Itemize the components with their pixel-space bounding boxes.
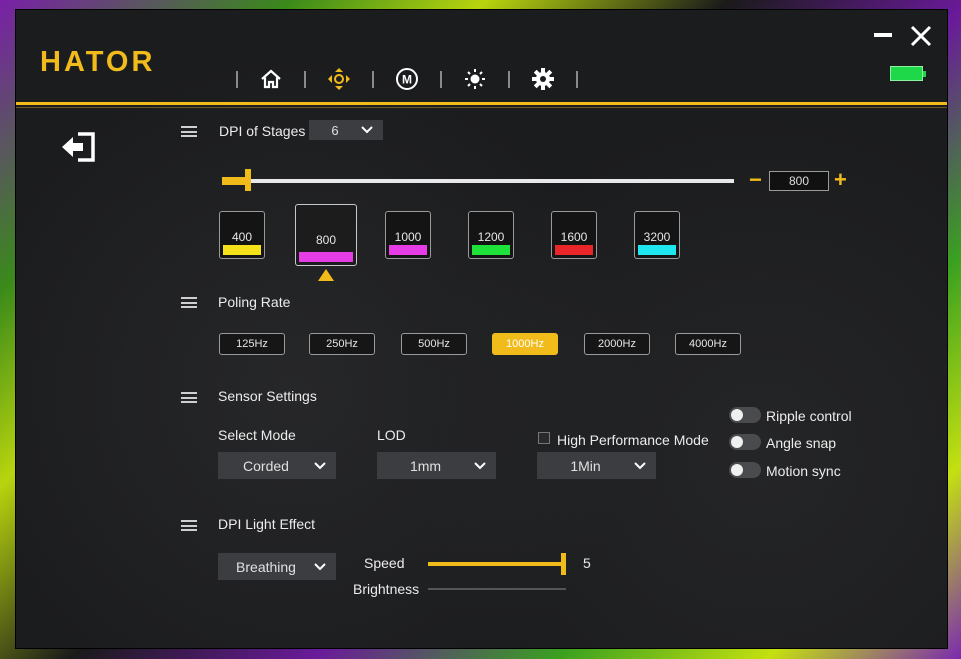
- dpi-stage-color: [223, 245, 261, 255]
- polling-option[interactable]: 4000Hz: [675, 333, 741, 355]
- motion-sync-toggle[interactable]: [729, 462, 761, 478]
- speed-slider-thumb[interactable]: [561, 553, 566, 575]
- menu-lines-icon: [181, 392, 197, 403]
- speed-label: Speed: [364, 555, 405, 571]
- dpi-stage-color: [389, 245, 427, 255]
- chevron-down-icon: [314, 461, 326, 469]
- dpi-slider-thumb[interactable]: [245, 169, 251, 191]
- dpi-stages-title: DPI of Stages: [219, 123, 306, 139]
- lod-value: 1mm: [409, 457, 442, 474]
- chevron-down-icon: [361, 126, 373, 134]
- svg-text:M: M: [402, 73, 412, 87]
- dpi-stage-selected[interactable]: 800: [295, 204, 357, 266]
- dpi-slider[interactable]: [222, 169, 734, 191]
- chevron-down-icon: [634, 461, 646, 469]
- nav-lighting-button[interactable]: [458, 65, 492, 93]
- toggle-knob: [731, 464, 743, 476]
- nav-separator: [576, 70, 578, 88]
- toggle-knob: [731, 436, 743, 448]
- brightness-slider[interactable]: [428, 588, 566, 590]
- back-icon[interactable]: [60, 132, 96, 162]
- nav-separator: [236, 70, 238, 88]
- nav-dpi-button[interactable]: [322, 65, 356, 93]
- speed-slider[interactable]: [428, 562, 566, 566]
- angle-snap-toggle[interactable]: [729, 434, 761, 450]
- home-icon: [261, 69, 281, 89]
- dpi-stage-value: 3200: [643, 230, 671, 244]
- brightness-label: Brightness: [353, 581, 420, 597]
- menu-lines-icon: [181, 520, 197, 531]
- nav-macro-button[interactable]: M: [390, 65, 424, 93]
- dpi-increase-button[interactable]: +: [834, 169, 847, 191]
- battery-indicator: [890, 66, 926, 81]
- dpi-stage-value: 800: [315, 233, 337, 247]
- select-mode-dropdown[interactable]: Corded: [218, 452, 336, 479]
- ripple-control-toggle[interactable]: [729, 407, 761, 423]
- dpi-light-effect-title: DPI Light Effect: [218, 516, 316, 532]
- nav-separator: [508, 70, 510, 88]
- speed-value: 5: [583, 555, 591, 571]
- dpi-stage[interactable]: 3200: [634, 211, 680, 259]
- polling-option[interactable]: 1000Hz: [492, 333, 558, 355]
- ripple-control-label: Ripple control: [766, 408, 852, 424]
- nav-separator: [372, 70, 374, 88]
- toggle-knob: [731, 409, 743, 421]
- menu-lines-icon: [181, 126, 197, 137]
- high-performance-checkbox[interactable]: [538, 432, 550, 444]
- dpi-stage-value: 1200: [477, 230, 505, 244]
- macro-icon: M: [396, 68, 418, 90]
- dpi-stage[interactable]: 1600: [551, 211, 597, 259]
- select-mode-label: Select Mode: [218, 427, 296, 443]
- polling-rate-title: Poling Rate: [218, 294, 291, 310]
- polling-option[interactable]: 250Hz: [309, 333, 375, 355]
- nav-settings-button[interactable]: [526, 65, 560, 93]
- header-divider-shadow: [16, 107, 947, 108]
- chevron-down-icon: [314, 562, 326, 570]
- dpi-stage-color: [638, 245, 676, 255]
- high-performance-dropdown[interactable]: 1Min: [537, 452, 656, 479]
- dpi-stage-value: 1000: [394, 230, 422, 244]
- light-effect-value: Breathing: [236, 558, 296, 575]
- polling-option[interactable]: 125Hz: [219, 333, 285, 355]
- header-divider: [16, 102, 947, 105]
- dpi-value-input[interactable]: 800: [769, 171, 829, 191]
- angle-snap-label: Angle snap: [766, 435, 837, 451]
- dpi-decrease-button[interactable]: −: [749, 169, 762, 191]
- nav-home-button[interactable]: [254, 65, 288, 93]
- polling-option[interactable]: 2000Hz: [584, 333, 650, 355]
- dpi-stage-value: 1600: [560, 230, 588, 244]
- nav-separator: [440, 70, 442, 88]
- dpi-stage-color: [299, 252, 353, 262]
- dpi-stage[interactable]: 1200: [468, 211, 514, 259]
- chevron-down-icon: [474, 461, 486, 469]
- sensor-settings-title: Sensor Settings: [218, 388, 317, 404]
- high-performance-label: High Performance Mode: [557, 432, 709, 448]
- selected-stage-pointer: [318, 269, 334, 281]
- lod-dropdown[interactable]: 1mm: [377, 452, 496, 479]
- gear-icon: [532, 68, 554, 90]
- lighting-icon: [465, 69, 485, 89]
- high-performance-value: 1Min: [570, 457, 601, 474]
- polling-option[interactable]: 500Hz: [401, 333, 467, 355]
- select-mode-value: Corded: [243, 457, 289, 474]
- dpi-stage[interactable]: 400: [219, 211, 265, 259]
- dpi-stage-value: 400: [231, 230, 253, 244]
- minimize-button[interactable]: [874, 33, 892, 37]
- app-window: HATOR M DPI of Stages 6 − 800 + 400 800 …: [16, 10, 947, 648]
- nav-separator: [304, 70, 306, 88]
- dpi-stage-color: [472, 245, 510, 255]
- dpi-stage[interactable]: 1000: [385, 211, 431, 259]
- top-nav: M: [220, 65, 594, 93]
- close-icon[interactable]: [909, 24, 933, 48]
- dpi-arrows-icon: [328, 68, 350, 90]
- motion-sync-label: Motion sync: [766, 463, 841, 479]
- light-effect-dropdown[interactable]: Breathing: [218, 553, 336, 580]
- dpi-stages-select[interactable]: 6: [309, 120, 383, 140]
- dpi-stages-select-value: 6: [331, 122, 339, 138]
- lod-label: LOD: [377, 427, 406, 443]
- dpi-stage-color: [555, 245, 593, 255]
- menu-lines-icon: [181, 297, 197, 308]
- hator-logo: HATOR: [40, 46, 156, 78]
